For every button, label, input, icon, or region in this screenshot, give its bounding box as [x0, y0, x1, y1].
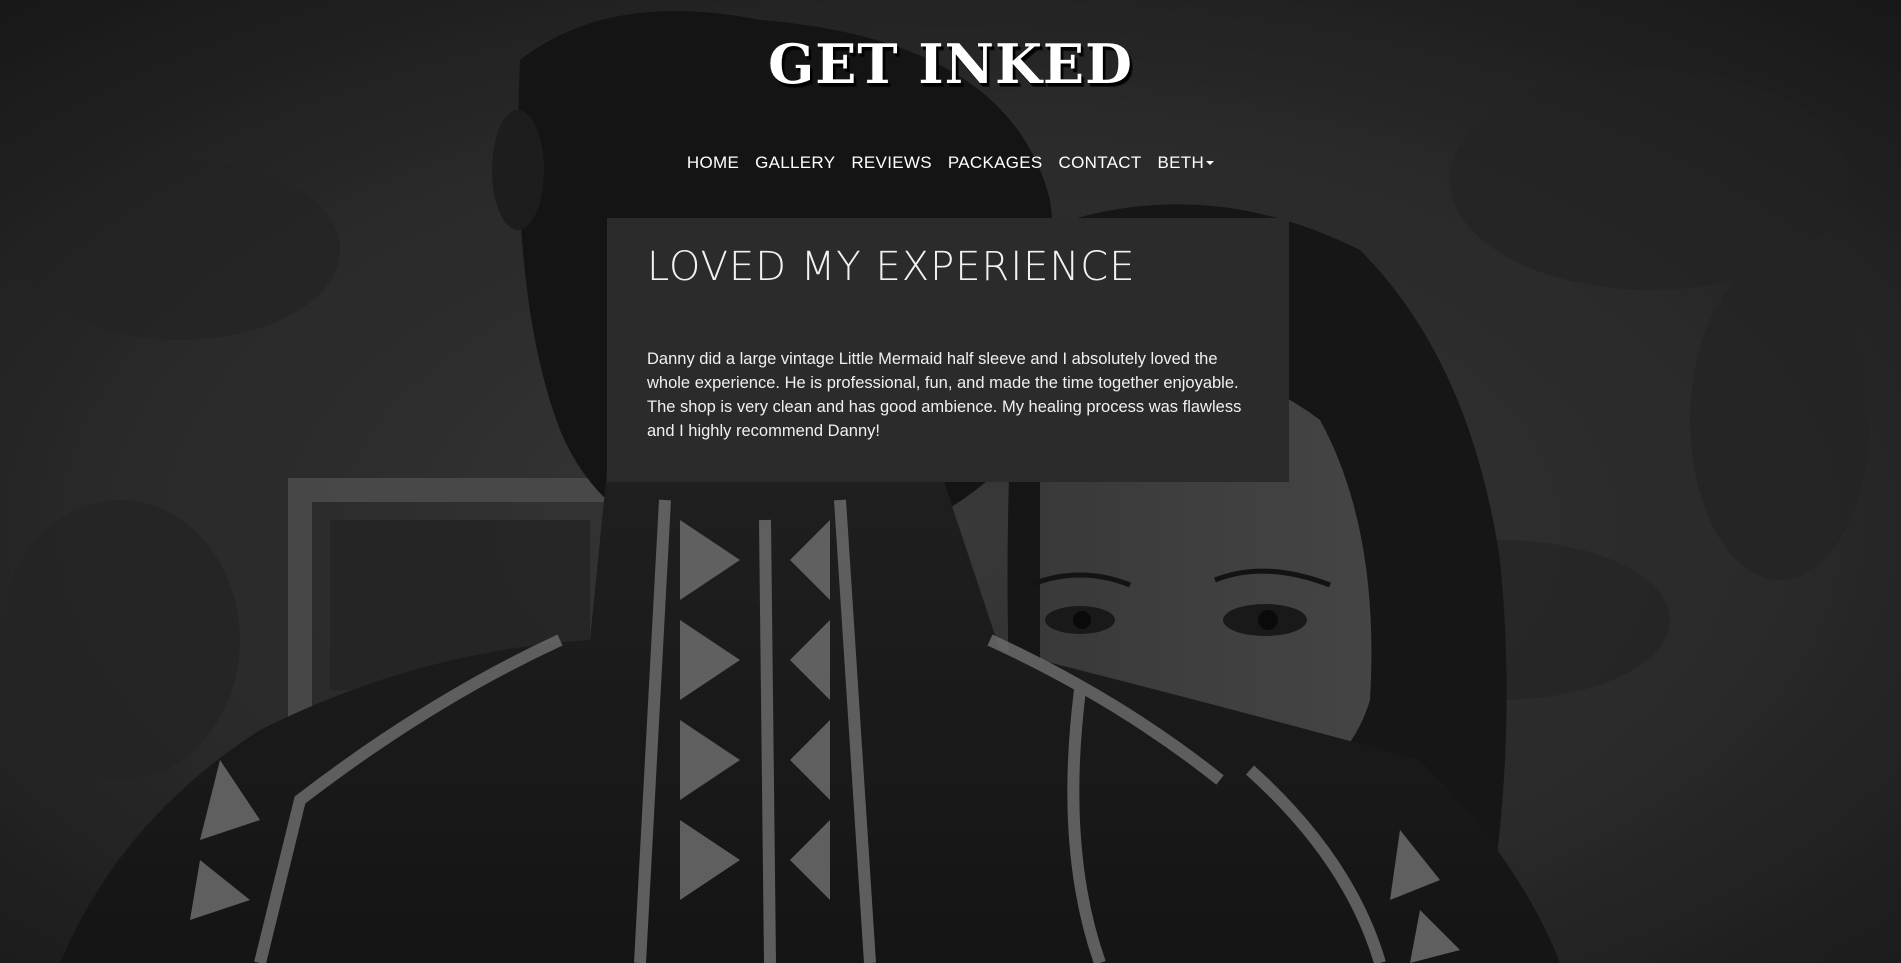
nav-item-home[interactable]: HOME — [687, 153, 739, 173]
caret-down-icon — [1206, 161, 1215, 165]
nav-item-reviews[interactable]: REVIEWS — [851, 153, 932, 173]
nav-item-packages[interactable]: PACKAGES — [948, 153, 1043, 173]
review-body: Danny did a large vintage Little Mermaid… — [647, 350, 1242, 440]
nav-item-gallery[interactable]: GALLERY — [755, 153, 835, 173]
site-logo[interactable]: GET INKED — [0, 32, 1901, 96]
main-nav: HOME GALLERY REVIEWS PACKAGES CONTACT BE… — [0, 153, 1901, 173]
review-card: LOVED MY EXPERIENCE Danny did a large vi… — [607, 218, 1289, 482]
user-dropdown-label: BETH — [1157, 153, 1205, 172]
page: GET INKED HOME GALLERY REVIEWS PACKAGES … — [0, 0, 1901, 963]
nav-item-contact[interactable]: CONTACT — [1059, 153, 1142, 173]
nav-item-user-dropdown[interactable]: BETH — [1158, 153, 1215, 173]
review-title: LOVED MY EXPERIENCE — [647, 244, 1136, 290]
